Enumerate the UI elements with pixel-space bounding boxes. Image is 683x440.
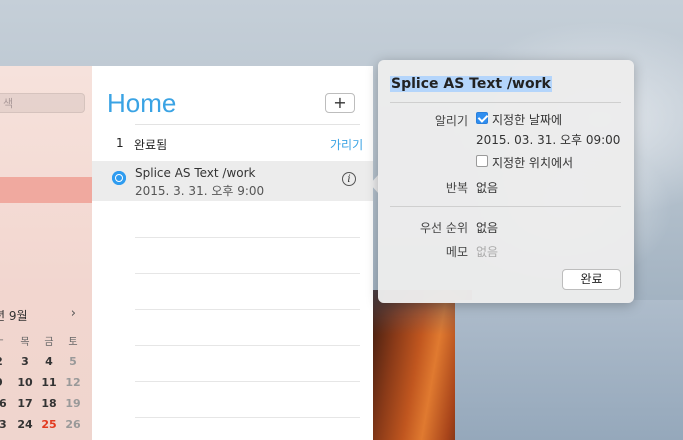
calendar-day[interactable]: 18	[40, 397, 58, 410]
repeat-value[interactable]: 없음	[476, 179, 498, 196]
calendar-month-label: 년 9월	[0, 309, 28, 323]
weekday-label: 토	[68, 337, 78, 348]
memo-label: 메모	[445, 245, 468, 259]
sidebar: 색 년 9월 › ㅜ 목 금 토 2 3 4 5 9 10 11 12 16 1…	[0, 66, 93, 440]
calendar-weekday-row: ㅜ 목 금 토	[0, 333, 90, 351]
at-location-label[interactable]: 지정한 위치에서	[492, 154, 573, 171]
hide-completed-link[interactable]: 가리기	[330, 136, 363, 153]
empty-row-divider	[135, 273, 360, 274]
calendar-header: 년 9월 ›	[0, 306, 86, 325]
search-placeholder: 색	[3, 97, 14, 110]
calendar-day[interactable]: 16	[0, 397, 8, 410]
calendar-week-row: 2 3 4 5	[0, 355, 90, 373]
calendar-day[interactable]: 2	[0, 355, 8, 368]
sidebar-selected-list[interactable]	[0, 177, 92, 203]
calendar-day[interactable]: 4	[40, 355, 58, 368]
calendar-day[interactable]: 3	[16, 355, 34, 368]
calendar-day[interactable]: 19	[64, 397, 82, 410]
empty-row-divider	[135, 381, 360, 382]
memo-field[interactable]: 없음	[476, 243, 498, 260]
calendar-day[interactable]: 26	[64, 418, 82, 431]
reminder-title[interactable]: Splice AS Text /work	[135, 166, 256, 180]
popover-title[interactable]: Splice AS Text /work	[390, 76, 552, 92]
calendar-day[interactable]: 11	[40, 376, 58, 389]
completed-label: 완료됨	[134, 138, 168, 152]
on-date-checkbox[interactable]	[476, 112, 488, 124]
calendar-day[interactable]: 17	[16, 397, 34, 410]
calendar-day[interactable]: 9	[0, 376, 8, 389]
priority-value[interactable]: 없음	[476, 219, 498, 236]
divider	[135, 124, 360, 125]
calendar-day[interactable]: 23	[0, 418, 8, 431]
on-date-label[interactable]: 지정한 날짜에	[492, 111, 562, 128]
empty-row-divider	[135, 237, 360, 238]
empty-row-divider	[135, 345, 360, 346]
weekday-label: 금	[44, 337, 54, 348]
at-location-checkbox[interactable]	[476, 155, 488, 167]
reminder-detail-popover: Splice AS Text /work 알리기 지정한 날짜에 2015. 0…	[378, 60, 634, 303]
empty-row-divider	[135, 309, 360, 310]
repeat-label: 반복	[445, 181, 468, 195]
reminders-list-pane: Home + 1 완료됨 가리기 Splice AS Text /work 20…	[92, 66, 373, 440]
done-button[interactable]: 완료	[562, 269, 621, 290]
weekday-label: ㅜ	[0, 333, 8, 348]
add-reminder-button[interactable]: +	[325, 93, 355, 113]
divider	[390, 206, 621, 207]
calendar-day[interactable]: 10	[16, 376, 34, 389]
alert-label: 알리기	[434, 114, 468, 128]
list-title: Home	[107, 88, 177, 118]
empty-row-divider	[135, 417, 360, 418]
alert-datetime[interactable]: 2015. 03. 31. 오후 09:00	[476, 131, 620, 148]
wallpaper-fog	[455, 300, 683, 440]
calendar-day[interactable]: 12	[64, 376, 82, 389]
completed-count: 1	[116, 136, 124, 150]
calendar-day[interactable]: 24	[16, 418, 34, 431]
calendar-week-row: 9 10 11 12	[0, 376, 90, 394]
info-icon[interactable]: i	[342, 172, 356, 186]
calendar-week-row: 16 17 18 19	[0, 397, 90, 415]
calendar-week-row: 23 24 25 26	[0, 418, 90, 436]
divider	[390, 102, 621, 103]
weekday-label: 목	[20, 337, 30, 348]
reminder-date: 2015. 3. 31. 오후 9:00	[135, 184, 265, 198]
calendar-day-today[interactable]: 25	[40, 418, 58, 431]
priority-label: 우선 순위	[420, 221, 468, 235]
search-input[interactable]: 색	[0, 93, 85, 113]
chevron-right-icon[interactable]: ›	[71, 306, 76, 321]
completion-radio[interactable]	[112, 171, 126, 185]
calendar-day[interactable]: 5	[64, 355, 82, 368]
